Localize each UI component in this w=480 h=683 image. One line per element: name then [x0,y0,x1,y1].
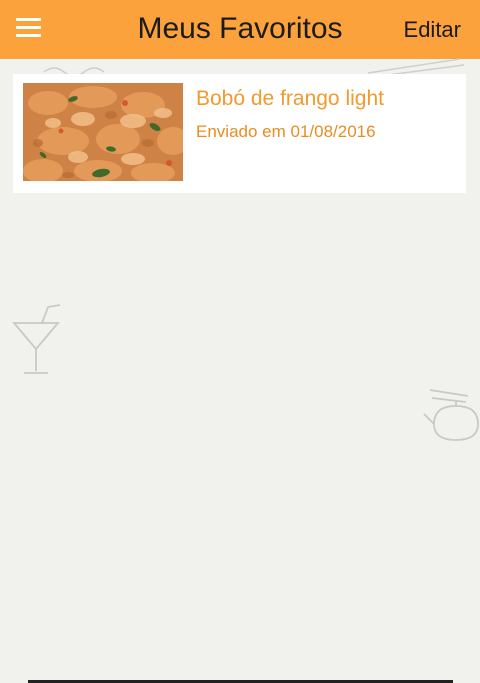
recipe-title: Bobó de frango light [196,87,384,110]
app-header: Meus Favoritos Editar [0,0,480,59]
favorite-recipe-card[interactable]: Bobó de frango light Enviado em 01/08/20… [13,74,466,193]
chicken-bobo-photo [23,83,183,181]
cocktail-glass-icon [12,304,61,374]
teapot-doodle-icon [423,389,479,441]
edit-button[interactable]: Editar [404,17,461,43]
recipe-sent-date: Enviado em 01/08/2016 [196,122,376,141]
